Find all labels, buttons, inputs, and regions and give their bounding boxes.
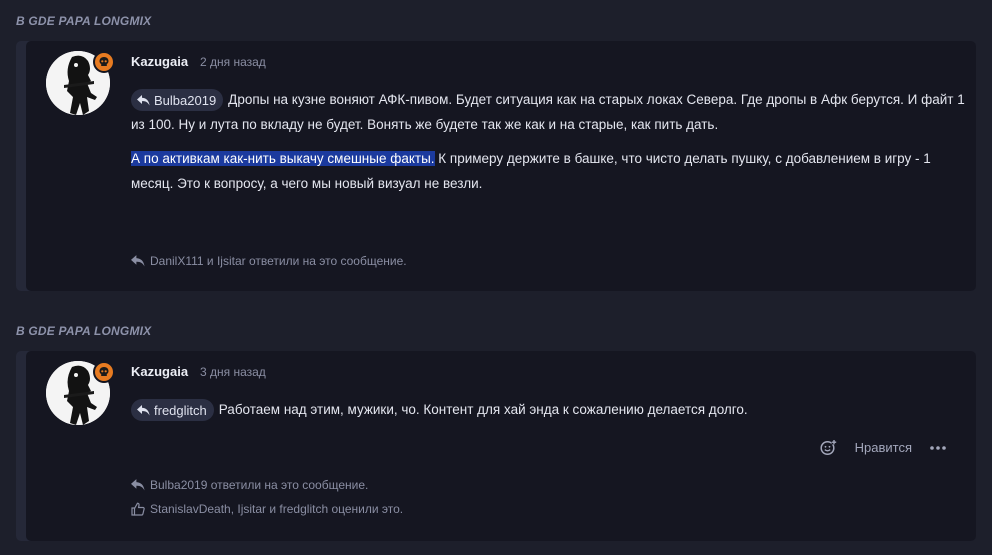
mention-username: Bulba2019: [154, 92, 217, 108]
smiley-plus-icon: [820, 439, 837, 456]
replies-text: Bulba2019 ответили на это сообщение.: [150, 478, 369, 492]
reply-arrow-icon: [137, 94, 150, 106]
more-options-button[interactable]: [930, 445, 946, 450]
message-paragraph: Работаем над этим, мужики, чо. Контент д…: [218, 402, 748, 417]
ellipsis-icon: [930, 445, 946, 450]
reply-arrow-icon: [131, 255, 145, 267]
post-time[interactable]: 2 дня назад: [200, 55, 266, 69]
message-post: Kazugaia 3 дня назад fredglitch Работаем…: [26, 351, 976, 541]
reply-mention[interactable]: fredglitch: [131, 399, 214, 422]
message-paragraph: Дропы на кузне воняют АФК-пивом. Будет с…: [131, 92, 965, 132]
thumbs-up-icon: [131, 502, 145, 516]
like-button[interactable]: Нравится: [855, 440, 912, 455]
replies-text: DanilX111 и Ijsitar ответили на это сооб…: [150, 254, 407, 268]
reply-arrow-icon: [131, 479, 145, 491]
message-card: Kazugaia 2 дня назад Bulba2019 Дропы на …: [16, 41, 976, 291]
message-body: Bulba2019 Дропы на кузне воняют АФК-пиво…: [131, 87, 971, 205]
post-time[interactable]: 3 дня назад: [200, 365, 266, 379]
skull-badge-icon: [93, 51, 115, 73]
thread-header[interactable]: В GDE PAPA LONGMIX: [16, 324, 151, 338]
message-post: Kazugaia 2 дня назад Bulba2019 Дропы на …: [26, 41, 976, 291]
author-name[interactable]: Kazugaia: [131, 364, 188, 379]
reply-mention[interactable]: Bulba2019: [131, 89, 224, 112]
likes-text: StanislavDeath, Ijsitar и fredglitch оце…: [150, 502, 404, 516]
selected-text: А по активкам как-нить выкачу смешные фа…: [131, 151, 435, 166]
skull-badge-icon: [93, 361, 115, 383]
message-body: fredglitch Работаем над этим, мужики, чо…: [131, 397, 971, 431]
replies-info[interactable]: Bulba2019 ответили на это сообщение.: [131, 478, 368, 492]
replies-info[interactable]: DanilX111 и Ijsitar ответили на это сооб…: [131, 254, 407, 268]
reply-arrow-icon: [137, 404, 150, 416]
message-card: Kazugaia 3 дня назад fredglitch Работаем…: [16, 351, 976, 541]
message-actions: Нравится: [820, 439, 946, 456]
author-name[interactable]: Kazugaia: [131, 54, 188, 69]
add-reaction-button[interactable]: [820, 439, 837, 456]
thread-header[interactable]: В GDE PAPA LONGMIX: [16, 14, 151, 28]
likes-info[interactable]: StanislavDeath, Ijsitar и fredglitch оце…: [131, 502, 403, 516]
mention-username: fredglitch: [154, 402, 207, 418]
